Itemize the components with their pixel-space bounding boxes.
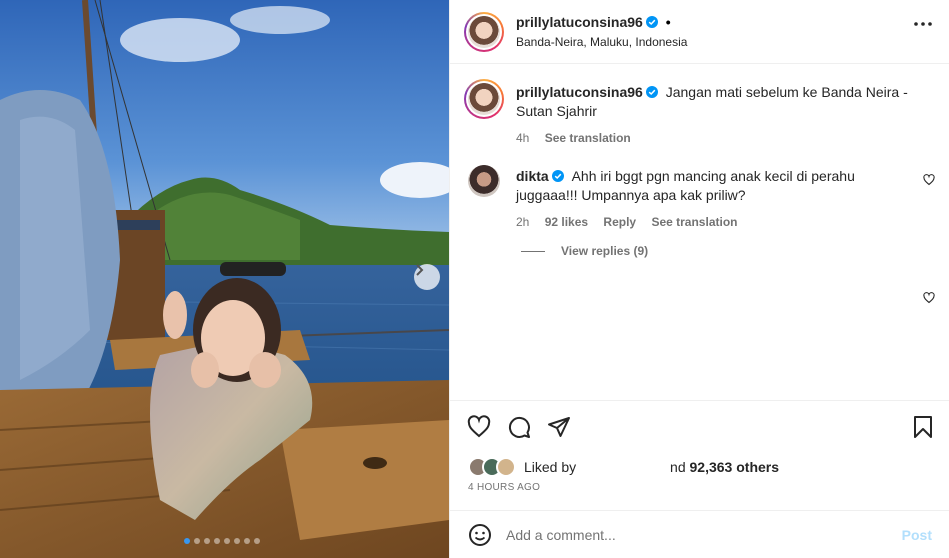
- author-avatar[interactable]: [464, 12, 504, 52]
- more-options-icon[interactable]: [914, 22, 932, 26]
- header-separator: •: [665, 14, 671, 30]
- post-timestamp: 4 HOURS AGO: [468, 482, 541, 493]
- verified-badge-icon: [645, 86, 658, 98]
- caption-username[interactable]: prillylatuconsina96: [516, 84, 643, 100]
- post-header: prillylatuconsina96 • Banda-Neira, Maluk…: [450, 0, 949, 64]
- liked-by-label: Liked by: [524, 459, 577, 475]
- faded-comment: [480, 280, 910, 380]
- carousel-dot: [254, 538, 260, 544]
- action-bar: [450, 400, 949, 452]
- verified-badge-icon: [551, 170, 564, 182]
- share-send-icon[interactable]: [547, 415, 571, 439]
- post-photo[interactable]: [0, 0, 449, 558]
- carousel-dot: [234, 538, 240, 544]
- see-translation-button[interactable]: See translation: [545, 131, 631, 145]
- comment-input[interactable]: [506, 523, 886, 547]
- carousel-dot: [204, 538, 210, 544]
- photo-scene: [0, 0, 449, 558]
- comment-like-heart-icon[interactable]: [923, 292, 935, 304]
- verified-badge-icon: [645, 16, 658, 28]
- like-heart-icon[interactable]: [467, 415, 491, 439]
- comment-likes[interactable]: 92 likes: [545, 215, 588, 229]
- post-location[interactable]: Banda-Neira, Maluku, Indonesia: [516, 35, 687, 49]
- liked-by-suffix: nd: [670, 459, 686, 475]
- replies-divider: [521, 250, 545, 252]
- view-replies-button[interactable]: View replies (9): [521, 244, 648, 258]
- post-button[interactable]: Post: [902, 527, 932, 543]
- comment: dikta Ahh iri bggt pgn mancing anak keci…: [516, 167, 916, 229]
- chevron-right-icon: [416, 264, 424, 276]
- likes-summary: Liked by nd 92,363 others: [468, 456, 779, 478]
- emoji-icon[interactable]: [468, 523, 492, 547]
- commenter-avatar[interactable]: [468, 165, 500, 197]
- liker-avatar[interactable]: [496, 457, 516, 477]
- caption: prillylatuconsina96 Jangan mati sebelum …: [516, 83, 936, 145]
- caption-avatar[interactable]: [464, 79, 504, 119]
- carousel-dot: [214, 538, 220, 544]
- author-username[interactable]: prillylatuconsina96: [516, 14, 643, 30]
- comment-like-heart-icon[interactable]: [923, 174, 935, 186]
- reply-button[interactable]: Reply: [603, 215, 636, 229]
- carousel-dot: [224, 538, 230, 544]
- save-bookmark-icon[interactable]: [913, 415, 933, 439]
- post-detail-panel: prillylatuconsina96 • Banda-Neira, Maluk…: [449, 0, 949, 558]
- see-translation-button[interactable]: See translation: [651, 215, 737, 229]
- likes-count[interactable]: 92,363 others: [690, 459, 780, 475]
- comment-bubble-icon[interactable]: [507, 415, 531, 439]
- comment-time: 2h: [516, 215, 530, 229]
- comment-text: Ahh iri bggt pgn mancing anak kecil di p…: [516, 168, 855, 203]
- carousel-dot: [184, 538, 190, 544]
- comment-username[interactable]: dikta: [516, 168, 549, 184]
- carousel-dot: [244, 538, 250, 544]
- carousel-indicator: [184, 538, 260, 544]
- add-comment-bar: Post: [450, 510, 949, 558]
- view-replies-label: View replies (9): [561, 244, 649, 258]
- next-photo-button[interactable]: [414, 264, 440, 290]
- carousel-dot: [194, 538, 200, 544]
- caption-time: 4h: [516, 131, 530, 145]
